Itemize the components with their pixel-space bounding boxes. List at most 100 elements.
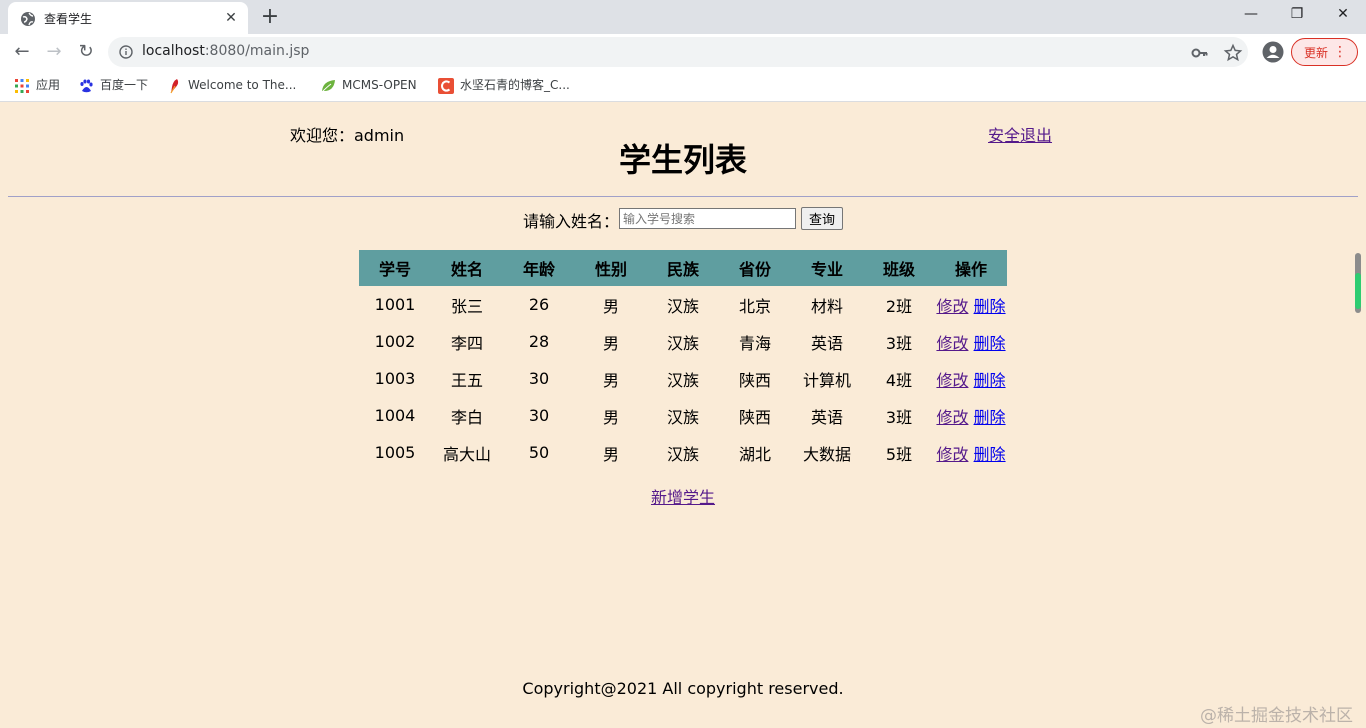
- edit-link[interactable]: 修改: [936, 408, 968, 427]
- cell-id: 1002: [374, 332, 416, 351]
- cell-id: 1004: [374, 406, 416, 425]
- bookmark-welcome[interactable]: Welcome to The...: [166, 77, 296, 95]
- key-icon[interactable]: [1190, 43, 1210, 63]
- update-label: 更新: [1304, 46, 1329, 60]
- column-header: 班级: [863, 250, 935, 286]
- add-student-link[interactable]: 新增学生: [651, 488, 715, 507]
- delete-link[interactable]: 删除: [974, 445, 1006, 464]
- reload-icon[interactable]: ↻: [74, 40, 98, 64]
- table-row: 1003 王五 30 男 汉族 陕西 计算机 4班 修改 删除: [359, 360, 1007, 397]
- cell-gender: 男: [602, 333, 619, 353]
- cell-ethnicity: 汉族: [666, 296, 699, 316]
- cell-province: 青海: [738, 333, 771, 353]
- watermark-text: @稀土掘金技术社区: [1200, 706, 1353, 726]
- cell-id: 1003: [374, 369, 416, 388]
- column-header: 操作: [935, 250, 1007, 286]
- cell-major: 材料: [810, 296, 843, 316]
- page-content: 欢迎您：admin 安全退出 学生列表 请输入姓名： 查询 学号 姓名 年龄 性…: [0, 103, 1366, 728]
- apps-grid-icon: [15, 78, 29, 93]
- cell-province: 湖北: [738, 444, 771, 464]
- forward-icon[interactable]: →: [42, 40, 66, 64]
- cell-id: 1001: [374, 295, 416, 314]
- cell-id: 1005: [374, 443, 416, 462]
- edit-link[interactable]: 修改: [936, 334, 968, 353]
- minimize-icon[interactable]: —: [1228, 0, 1274, 30]
- cell-name: 张三: [450, 296, 483, 316]
- delete-link[interactable]: 删除: [974, 408, 1006, 427]
- browser-toolbar: ← → ↻ localhost:8080/main.jsp 更新 ⋮: [0, 34, 1366, 70]
- globe-icon: [21, 12, 35, 26]
- column-header: 学号: [359, 250, 431, 286]
- cell-class: 3班: [885, 333, 913, 353]
- search-input[interactable]: [619, 208, 796, 229]
- url-path: :8080/main.jsp: [204, 43, 310, 59]
- cell-age: 30: [528, 369, 550, 388]
- info-icon[interactable]: [119, 45, 133, 59]
- bookmark-label: MCMS-OPEN: [342, 78, 417, 92]
- address-bar[interactable]: localhost:8080/main.jsp: [108, 37, 1248, 67]
- close-tab-icon[interactable]: ✕: [222, 9, 240, 27]
- cell-actions: 修改 删除: [935, 323, 1007, 360]
- url-host: localhost: [142, 43, 205, 59]
- star-icon[interactable]: [1223, 43, 1243, 63]
- cell-gender: 男: [602, 370, 619, 390]
- bookmark-apps[interactable]: 应用: [14, 77, 60, 95]
- table-row: 1004 李白 30 男 汉族 陕西 英语 3班 修改 删除: [359, 397, 1007, 434]
- edit-link[interactable]: 修改: [936, 445, 968, 464]
- back-icon[interactable]: ←: [10, 40, 34, 64]
- url-text[interactable]: localhost:8080/main.jsp: [142, 43, 309, 59]
- new-tab-icon[interactable]: +: [258, 6, 282, 30]
- edit-link[interactable]: 修改: [936, 297, 968, 316]
- profile-avatar-icon[interactable]: [1262, 41, 1284, 63]
- cell-class: 4班: [885, 370, 913, 390]
- delete-link[interactable]: 删除: [974, 334, 1006, 353]
- cell-name: 李四: [450, 333, 483, 353]
- search-label: 请输入姓名：: [523, 212, 620, 231]
- cell-gender: 男: [602, 407, 619, 427]
- cell-major: 计算机: [802, 370, 851, 390]
- bookmark-label: 应用: [36, 78, 61, 92]
- cell-gender: 男: [602, 296, 619, 316]
- cell-actions: 修改 删除: [935, 434, 1007, 471]
- column-header: 民族: [647, 250, 719, 286]
- table-header-row: 学号 姓名 年龄 性别 民族 省份 专业 班级 操作: [359, 250, 1007, 286]
- cell-age: 26: [528, 295, 550, 314]
- cell-province: 陕西: [738, 407, 771, 427]
- cell-name: 李白: [450, 407, 483, 427]
- page-title: 学生列表: [618, 141, 747, 179]
- cell-class: 2班: [885, 296, 913, 316]
- restore-icon[interactable]: ❐: [1274, 0, 1320, 30]
- window-close-icon[interactable]: ✕: [1320, 0, 1366, 30]
- bookmark-mcms[interactable]: MCMS-OPEN: [320, 77, 417, 95]
- copyright-text: Copyright@2021 All copyright reserved.: [522, 679, 844, 698]
- search-button[interactable]: 查询: [801, 207, 843, 230]
- cell-actions: 修改 删除: [935, 286, 1007, 323]
- cell-actions: 修改 删除: [935, 397, 1007, 434]
- edit-link[interactable]: 修改: [936, 371, 968, 390]
- cell-major: 大数据: [802, 444, 851, 464]
- column-header: 省份: [719, 250, 791, 286]
- update-button[interactable]: 更新 ⋮: [1291, 38, 1358, 66]
- browser-tab[interactable]: 查看学生 ✕: [8, 2, 248, 34]
- delete-link[interactable]: 删除: [974, 297, 1006, 316]
- bookmark-baidu[interactable]: 百度一下: [78, 77, 148, 95]
- divider: [8, 196, 1358, 197]
- cell-name: 高大山: [442, 444, 491, 464]
- cell-class: 3班: [885, 407, 913, 427]
- column-header: 年龄: [503, 250, 575, 286]
- cell-actions: 修改 删除: [935, 360, 1007, 397]
- cell-name: 王五: [450, 370, 483, 390]
- cell-age: 28: [528, 332, 550, 351]
- cell-age: 30: [528, 406, 550, 425]
- cell-major: 英语: [810, 407, 843, 427]
- more-menu-icon[interactable]: ⋮: [1333, 43, 1347, 61]
- add-student-row: 新增学生: [0, 484, 1366, 508]
- scrollbar-thumb[interactable]: [1354, 253, 1362, 313]
- cell-ethnicity: 汉族: [666, 333, 699, 353]
- bookmark-csdn[interactable]: 水坚石青的博客_C...: [438, 77, 570, 95]
- students-table: 学号 姓名 年龄 性别 民族 省份 专业 班级 操作 1001 张三 26 男 …: [359, 250, 1007, 471]
- delete-link[interactable]: 删除: [974, 371, 1006, 390]
- tab-strip: 查看学生 ✕ + — ❐ ✕: [0, 0, 1366, 34]
- tab-title: 查看学生: [44, 12, 93, 26]
- column-header: 性别: [575, 250, 647, 286]
